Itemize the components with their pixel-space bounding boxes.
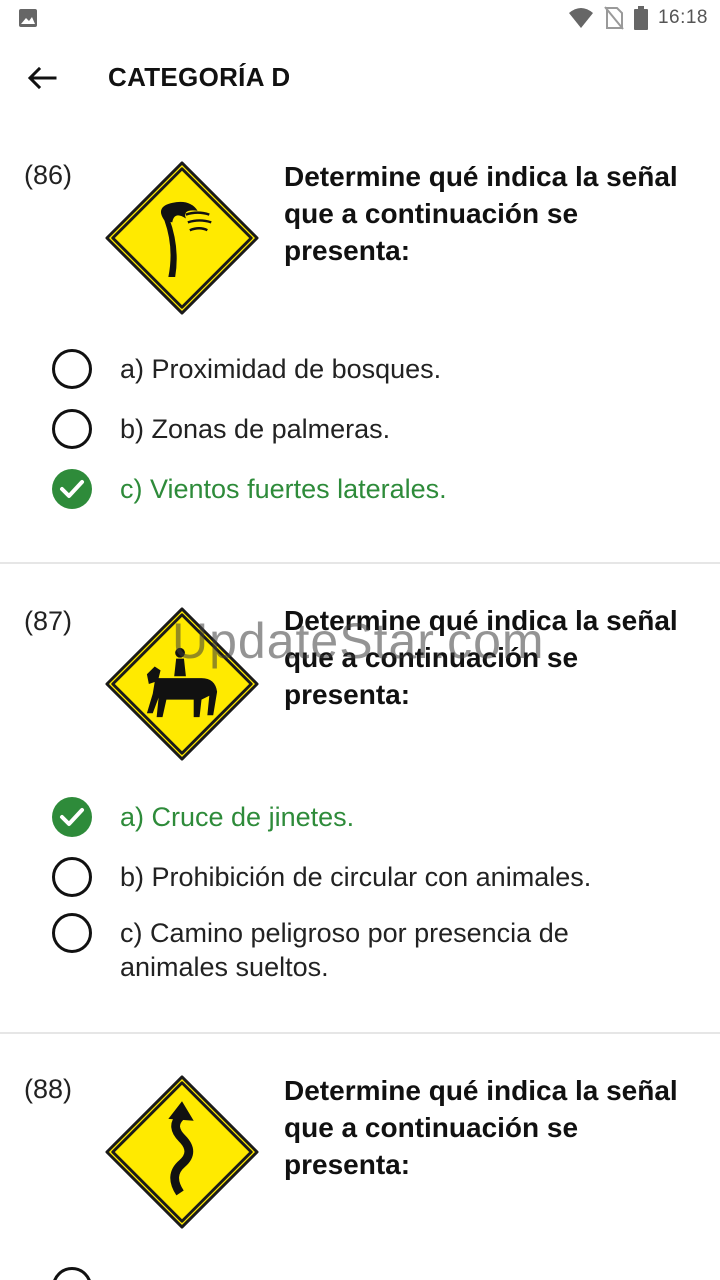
image-icon [19,9,37,27]
answer-option[interactable]: b) Zonas de palmeras. [50,409,690,451]
option-label: c) Camino peligroso por presencia de ani… [120,918,569,982]
radio-unchecked-icon[interactable] [50,407,94,451]
winding-road-sign-image [105,1075,259,1229]
option-label-correct: c) Vientos fuertes laterales. [120,474,447,504]
radio-unchecked-icon[interactable] [50,1265,94,1280]
answer-option[interactable]: c) Vientos fuertes laterales. [50,469,690,511]
radio-unchecked-icon[interactable] [50,911,94,955]
app-bar: CATEGORÍA D [0,36,720,120]
check-circle-icon[interactable] [50,467,94,511]
no-sim-icon [604,6,624,30]
answer-option[interactable]: a) Proximidad de bosques. [50,349,690,391]
answer-option[interactable]: b) Prohibición de circular con animales. [50,857,690,899]
radio-unchecked-icon[interactable] [50,855,94,899]
status-time: 16:18 [657,7,708,28]
option-label-correct: a) Cruce de jinetes. [120,802,355,832]
status-icons: 16:18 [568,0,708,36]
crosswind-sign-image [105,161,259,315]
option-label: b) Zonas de palmeras. [120,414,391,444]
battery-icon [633,6,648,30]
status-bar: 16:18 [0,0,720,36]
question-number: (88) [24,1074,73,1104]
option-label: a) Proximidad de bosques. [120,354,442,384]
question-card: (88) Determine qué indica la señal que a… [0,1034,720,1280]
back-button[interactable] [22,58,62,98]
answer-option[interactable]: c) Camino peligroso por presencia de ani… [50,913,690,984]
option-label: b) Prohibición de circular con animales. [120,862,592,892]
question-number: (87) [24,606,73,636]
question-text: Determine qué indica la señal que a cont… [284,605,678,710]
radio-unchecked-icon[interactable] [50,347,94,391]
question-card: (86) Determine qué indica la señal que a… [0,120,720,564]
wifi-icon [568,8,593,28]
question-text: Determine qué indica la señal que a cont… [284,161,678,266]
question-list[interactable]: (86) Determine qué indica la señal que a… [0,120,720,1280]
question-number: (86) [24,160,73,190]
question-text: Determine qué indica la señal que a cont… [284,1075,678,1180]
page-title: CATEGORÍA D [108,62,291,92]
horse-rider-sign-image [105,607,259,761]
check-circle-icon[interactable] [50,795,94,839]
question-card: (87) Determine qué indica la señal que a… [0,564,720,1034]
arrow-left-icon [27,66,57,90]
answer-option[interactable]: a) Cruce de jinetes. [50,797,690,839]
